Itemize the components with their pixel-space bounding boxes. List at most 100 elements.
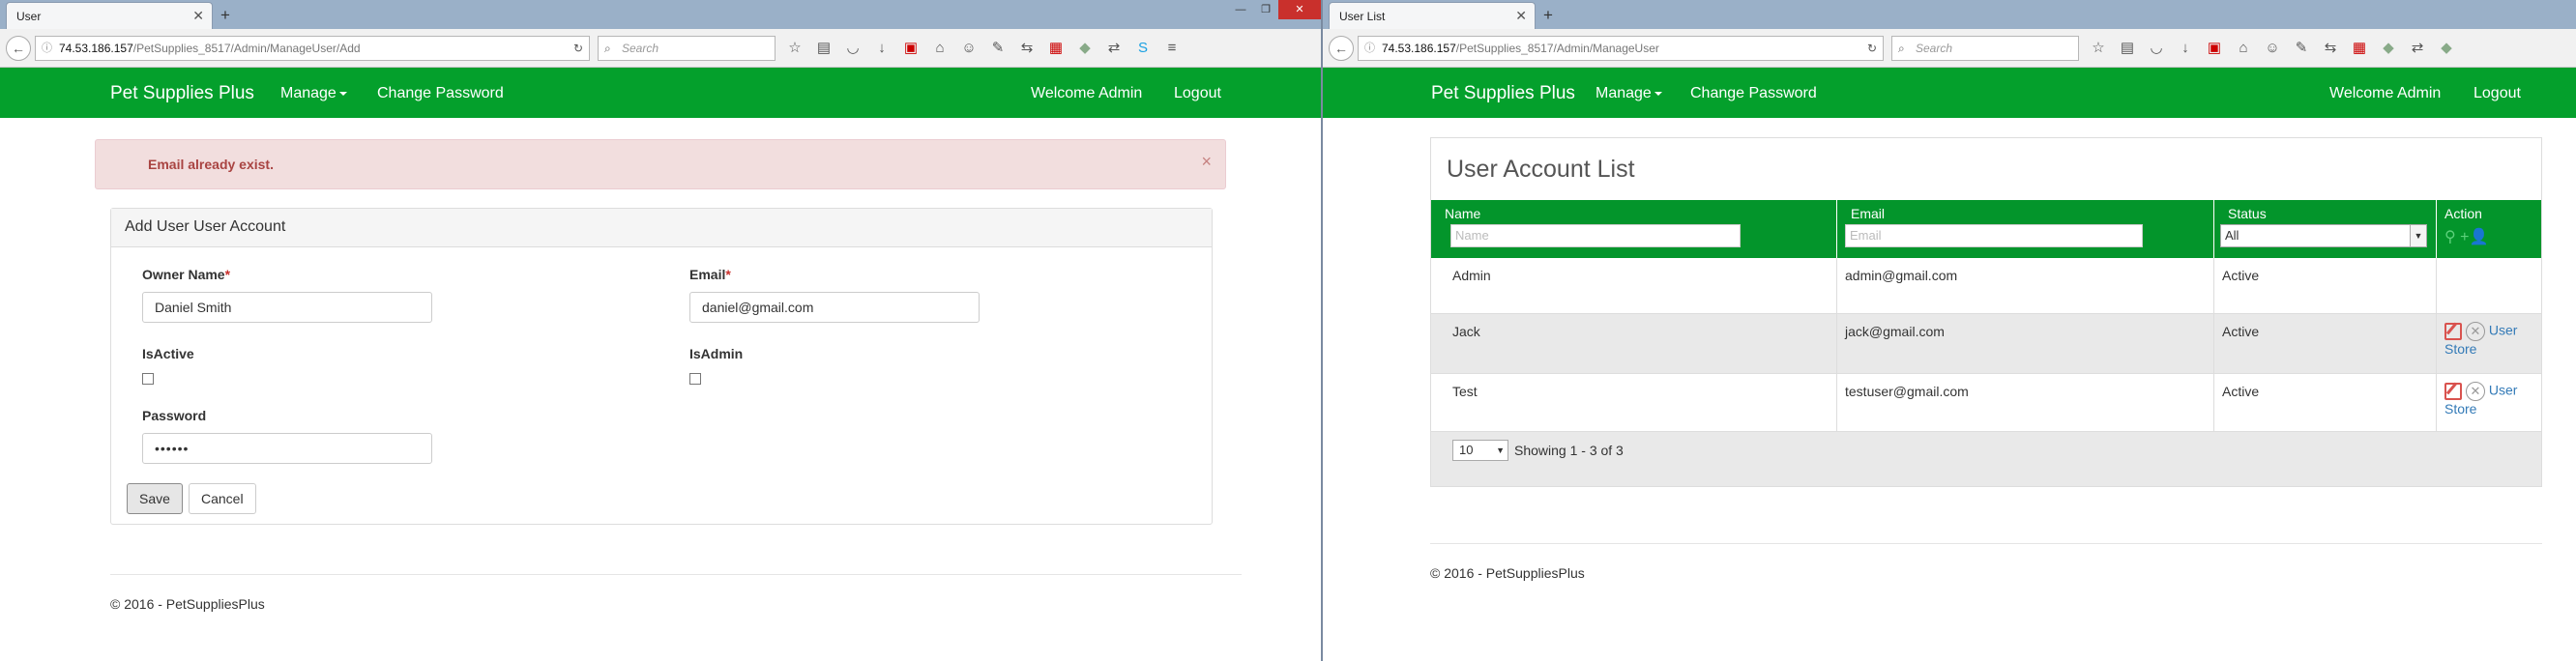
cell-action: ✕ User Store bbox=[2437, 314, 2543, 373]
back-arrow-icon[interactable]: ← bbox=[6, 36, 31, 61]
user-link[interactable]: User bbox=[2489, 323, 2518, 338]
store-link[interactable]: Store bbox=[2444, 341, 2476, 357]
welcome-link[interactable]: Welcome Admin bbox=[1031, 85, 1142, 102]
addon-icon[interactable]: ▣ bbox=[2205, 39, 2224, 58]
tab-title: User List bbox=[1339, 10, 1386, 23]
extension-icon[interactable]: ◆ bbox=[1075, 39, 1095, 58]
translate-icon[interactable]: ⇄ bbox=[2408, 39, 2427, 58]
screenshot-icon[interactable]: ▦ bbox=[1046, 39, 1066, 58]
edit-icon[interactable] bbox=[2444, 383, 2462, 400]
download-icon[interactable]: ↓ bbox=[872, 39, 892, 58]
browser-tab[interactable]: User ✕ bbox=[6, 2, 213, 29]
edit-icon[interactable] bbox=[2444, 323, 2462, 340]
extension-icon[interactable]: ◆ bbox=[2379, 39, 2398, 58]
search-box[interactable]: ⌕ Search bbox=[598, 36, 776, 61]
back-arrow-icon[interactable]: ← bbox=[1329, 36, 1354, 61]
browser-toolbar: ← ⓘ 74.53.186.157/PetSupplies_8517/Admin… bbox=[0, 29, 1321, 68]
email-filter-input[interactable]: Email bbox=[1845, 224, 2143, 247]
owner-name-input[interactable]: Daniel Smith bbox=[142, 292, 432, 323]
cell-status: Active bbox=[2214, 258, 2437, 313]
pocket-icon[interactable]: ◡ bbox=[2147, 39, 2166, 58]
new-tab-icon[interactable]: + bbox=[220, 6, 230, 25]
sync-icon[interactable]: ⇆ bbox=[1017, 39, 1037, 58]
column-label: Name bbox=[1445, 206, 1481, 221]
manage-label: Manage bbox=[280, 85, 337, 101]
tab-close-icon[interactable]: ✕ bbox=[192, 8, 204, 24]
tab-close-icon[interactable]: ✕ bbox=[1515, 8, 1527, 24]
minimize-icon[interactable]: — bbox=[1228, 0, 1253, 19]
tab-bar: User ✕ + — ❐ ✕ bbox=[0, 0, 1321, 29]
change-password-link[interactable]: Change Password bbox=[1690, 85, 1817, 102]
clipboard-icon[interactable]: ▤ bbox=[2118, 39, 2137, 58]
info-icon[interactable]: ⓘ bbox=[1364, 37, 1375, 60]
skype-icon[interactable]: S bbox=[1133, 39, 1153, 58]
brand-link[interactable]: Pet Supplies Plus bbox=[110, 83, 254, 104]
addon-icon[interactable]: ▣ bbox=[901, 39, 921, 58]
menu-icon[interactable]: ≡ bbox=[1162, 39, 1182, 58]
browser-toolbar: ← ⓘ 74.53.186.157/PetSupplies_8517/Admin… bbox=[1323, 29, 2576, 68]
translate-icon[interactable]: ⇄ bbox=[1104, 39, 1124, 58]
download-icon[interactable]: ↓ bbox=[2176, 39, 2195, 58]
add-user-icon[interactable]: +👤 bbox=[2460, 229, 2488, 245]
delete-icon[interactable]: ✕ bbox=[2466, 382, 2485, 401]
manage-dropdown[interactable]: Manage bbox=[280, 85, 347, 102]
bookmark-star-icon[interactable]: ☆ bbox=[2089, 39, 2108, 58]
owner-name-label: Owner Name* bbox=[142, 267, 230, 282]
cell-email: testuser@gmail.com bbox=[1837, 374, 2214, 431]
search-box[interactable]: ⌕ Search bbox=[1891, 36, 2079, 61]
sync-icon[interactable]: ⇆ bbox=[2321, 39, 2340, 58]
bookmark-star-icon[interactable]: ☆ bbox=[785, 39, 805, 58]
footer-text: © 2016 - PetSuppliesPlus bbox=[1430, 565, 1585, 581]
search-icon[interactable]: ⚲ bbox=[2444, 229, 2456, 245]
new-tab-icon[interactable]: + bbox=[1543, 6, 1553, 25]
email-label: Email* bbox=[689, 267, 731, 282]
isactive-checkbox[interactable] bbox=[142, 373, 154, 385]
column-header-status: Status All ▼ bbox=[2214, 200, 2437, 258]
brand-link[interactable]: Pet Supplies Plus bbox=[1431, 83, 1575, 104]
change-password-link[interactable]: Change Password bbox=[377, 85, 504, 102]
window-close-icon[interactable]: ✕ bbox=[1278, 0, 1321, 19]
chat-icon[interactable]: ☺ bbox=[2263, 39, 2282, 58]
chat-icon[interactable]: ☺ bbox=[959, 39, 979, 58]
store-link[interactable]: Store bbox=[2444, 401, 2476, 417]
page-size-select[interactable]: 10 ▼ bbox=[1452, 440, 1508, 461]
logout-link[interactable]: Logout bbox=[1174, 85, 1221, 102]
cell-name: Test bbox=[1431, 374, 1837, 431]
browser-tab[interactable]: User List ✕ bbox=[1329, 2, 1536, 29]
user-link[interactable]: User bbox=[2489, 383, 2518, 398]
list-title: User Account List bbox=[1447, 156, 1635, 183]
manage-dropdown[interactable]: Manage bbox=[1595, 85, 1662, 102]
save-button[interactable]: Save bbox=[127, 483, 183, 514]
welcome-link[interactable]: Welcome Admin bbox=[2329, 85, 2441, 102]
status-filter-select[interactable]: All ▼ bbox=[2220, 224, 2427, 247]
home-icon[interactable]: ⌂ bbox=[930, 39, 950, 58]
pocket-icon[interactable]: ◡ bbox=[843, 39, 863, 58]
notes-icon[interactable]: ✎ bbox=[988, 39, 1008, 58]
reload-icon[interactable]: ↻ bbox=[573, 37, 583, 60]
footer-text: © 2016 - PetSuppliesPlus bbox=[110, 596, 265, 612]
email-input[interactable]: daniel@gmail.com bbox=[689, 292, 980, 323]
home-icon[interactable]: ⌂ bbox=[2234, 39, 2253, 58]
cell-name: Admin bbox=[1431, 258, 1837, 313]
address-bar[interactable]: ⓘ 74.53.186.157/PetSupplies_8517/Admin/M… bbox=[35, 36, 590, 61]
screenshot-icon[interactable]: ▦ bbox=[2350, 39, 2369, 58]
password-input[interactable]: •••••• bbox=[142, 433, 432, 464]
notes-icon[interactable]: ✎ bbox=[2292, 39, 2311, 58]
cell-email: jack@gmail.com bbox=[1837, 314, 2214, 373]
address-bar[interactable]: ⓘ 74.53.186.157/PetSupplies_8517/Admin/M… bbox=[1358, 36, 1884, 61]
extension-icon[interactable]: ◆ bbox=[2437, 39, 2456, 58]
tab-title: User bbox=[16, 10, 42, 23]
reload-icon[interactable]: ↻ bbox=[1867, 37, 1877, 60]
cell-action bbox=[2437, 258, 2543, 313]
info-icon[interactable]: ⓘ bbox=[42, 37, 52, 60]
restore-icon[interactable]: ❐ bbox=[1253, 0, 1278, 19]
isadmin-label: IsAdmin bbox=[689, 346, 744, 361]
clipboard-icon[interactable]: ▤ bbox=[814, 39, 834, 58]
logout-link[interactable]: Logout bbox=[2474, 85, 2521, 102]
cell-action: ✕ User Store bbox=[2437, 374, 2543, 431]
delete-icon[interactable]: ✕ bbox=[2466, 322, 2485, 341]
isadmin-checkbox[interactable] bbox=[689, 373, 701, 385]
alert-close-icon[interactable]: × bbox=[1201, 152, 1212, 172]
cancel-button[interactable]: Cancel bbox=[189, 483, 256, 514]
name-filter-input[interactable]: Name bbox=[1450, 224, 1741, 247]
